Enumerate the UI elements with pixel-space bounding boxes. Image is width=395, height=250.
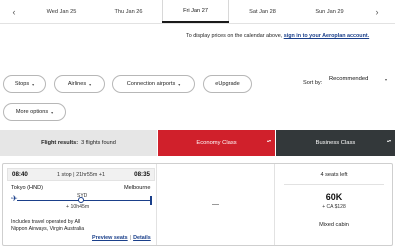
date-strip: ‹ Wed Jan 25 Thu Jan 26 Fri Jan 27 Sat J… bbox=[0, 0, 395, 24]
flight-result-card: 08:40 1 stop | 21hr55m +1 08:35 Tokyo (H… bbox=[2, 163, 393, 246]
origin-city: Tokyo (HND) bbox=[11, 185, 44, 191]
link-separator: | bbox=[129, 235, 132, 241]
stops-duration: 1 stop | 21hr55m +1 bbox=[57, 171, 105, 178]
results-header: Flight results: 3 flights found Economy … bbox=[0, 130, 395, 156]
eupgrade-filter-label: eUpgrade bbox=[215, 81, 240, 87]
flight-results-title: Flight results: 3 flights found bbox=[0, 130, 157, 156]
details-link[interactable]: Details bbox=[133, 235, 151, 241]
chevron-down-icon: ▾ bbox=[384, 76, 387, 82]
stops-filter-button[interactable]: Stops ▾ bbox=[3, 75, 46, 93]
business-fare-cell[interactable]: 4 seats left 60K + CA $128 Mixed cabin bbox=[276, 164, 392, 245]
sort-select-value: Recommended bbox=[329, 76, 369, 82]
layover-duration: + 10h45m bbox=[66, 204, 90, 210]
departure-time: 08:40 bbox=[12, 171, 28, 178]
chevron-down-icon: ▾ bbox=[32, 81, 35, 87]
sort-select[interactable]: Recommended ▾ bbox=[329, 72, 387, 86]
date-tab-wed-jan-25[interactable]: Wed Jan 25 bbox=[28, 0, 95, 23]
fare-points: 60K bbox=[325, 192, 343, 202]
economy-fare-unavailable: — bbox=[212, 201, 219, 208]
economy-class-column-header[interactable]: Economy Class ▴▾ bbox=[158, 130, 275, 156]
arrival-time: 08:35 bbox=[134, 171, 150, 178]
operating-carriers: Includes travel operated by All Nippon A… bbox=[11, 219, 85, 232]
preview-seats-link[interactable]: Preview seats bbox=[92, 235, 128, 241]
flight-results-count: 3 flights found bbox=[81, 140, 116, 146]
flight-results-label: Flight results: bbox=[41, 140, 79, 146]
destination-city: Melbourne bbox=[124, 185, 151, 191]
date-tab-thu-jan-26[interactable]: Thu Jan 26 bbox=[95, 0, 162, 23]
business-class-column-header[interactable]: Business Class ▴▾ bbox=[276, 130, 395, 156]
stops-filter-label: Stops bbox=[14, 81, 30, 87]
date-tab-sat-jan-28[interactable]: Sat Jan 28 bbox=[229, 0, 296, 23]
economy-class-label: Economy Class bbox=[196, 140, 237, 146]
business-class-label: Business Class bbox=[315, 140, 356, 146]
chevron-down-icon: ▾ bbox=[51, 109, 54, 115]
more-options-button[interactable]: More options ▾ bbox=[3, 103, 66, 121]
next-dates-arrow-icon[interactable]: › bbox=[363, 0, 391, 23]
stop-marker-icon bbox=[78, 197, 84, 203]
calendar-price-prompt: To display prices on the calendar above,… bbox=[186, 33, 369, 39]
seats-left: 4 seats left bbox=[320, 172, 348, 178]
sort-arrows-icon: ▴▾ bbox=[386, 138, 391, 143]
flight-itinerary: 08:40 1 stop | 21hr55m +1 08:35 Tokyo (H… bbox=[3, 164, 157, 245]
chevron-down-icon: ▾ bbox=[89, 81, 92, 87]
connection-airports-filter-button[interactable]: Connection airports ▾ bbox=[112, 75, 195, 93]
more-options-label: More options bbox=[15, 109, 49, 115]
airlines-filter-label: Airlines bbox=[67, 81, 87, 87]
date-tab-fri-jan-27[interactable]: Fri Jan 27 bbox=[162, 0, 229, 23]
economy-fare-cell: — bbox=[157, 164, 275, 245]
prev-dates-arrow-icon[interactable]: ‹ bbox=[0, 0, 28, 23]
flight-links: Preview seats | Details bbox=[92, 235, 151, 241]
sort-by-label: Sort by: bbox=[303, 80, 323, 86]
fare-cash: + CA $128 bbox=[322, 204, 346, 210]
fare-divider bbox=[284, 184, 384, 185]
connection-airports-filter-label: Connection airports bbox=[126, 81, 176, 87]
date-tab-sun-jan-29[interactable]: Sun Jan 29 bbox=[296, 0, 363, 23]
plane-icon: ✈ bbox=[11, 194, 18, 203]
sign-in-link[interactable]: sign in to your Aeroplan account. bbox=[284, 33, 369, 39]
flight-summary-row: 08:40 1 stop | 21hr55m +1 08:35 bbox=[7, 168, 155, 181]
sort-arrows-icon: ▴▾ bbox=[266, 138, 271, 143]
airlines-filter-button[interactable]: Airlines ▾ bbox=[54, 75, 105, 93]
cabin-type: Mixed cabin bbox=[319, 222, 349, 228]
prompt-text: To display prices on the calendar above, bbox=[186, 33, 284, 39]
destination-marker-icon bbox=[150, 196, 152, 205]
eupgrade-filter-button[interactable]: eUpgrade bbox=[203, 75, 252, 93]
chevron-down-icon: ▾ bbox=[178, 81, 181, 87]
